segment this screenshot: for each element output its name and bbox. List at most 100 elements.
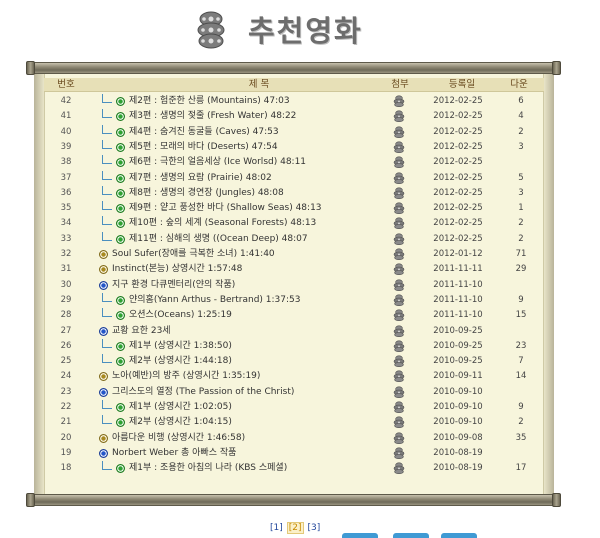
attachment-icon[interactable] [392,401,406,413]
bottom-button-1[interactable] [342,533,378,538]
table-row[interactable]: 40 제4편 : 숨겨진 동굴들 (Caves) 47:53 2012-02-25 2 [44,124,544,140]
attachment-icon[interactable] [392,263,406,276]
attachment-icon[interactable] [392,156,406,169]
attachment-icon[interactable] [392,126,406,138]
table-row[interactable]: 18 제1부 : 조용한 아침의 나라 (KBS 스페셜) 2010-08-19 17 [44,461,544,476]
post-title-link[interactable]: 얀의홈(Yann Arthus - Bertrand) 1:37:53 [129,293,301,308]
column-header-no: 번호 [57,79,75,90]
attachment-icon[interactable] [392,386,406,398]
table-row[interactable]: 27 교황 요한 23세 2010-09-25 [44,324,544,339]
post-title-link[interactable]: 제4편 : 숨겨진 동굴들 (Caves) 47:53 [129,125,279,140]
attachment-icon[interactable] [392,233,406,245]
table-row[interactable]: 23 그리스도의 열정 (The Passion of the Christ) 20… [44,385,544,400]
attachment-icon[interactable] [392,95,406,107]
attachment-icon[interactable] [392,171,406,184]
attachment-icon[interactable] [392,187,406,199]
attachment-icon[interactable] [392,447,406,459]
attachment-icon[interactable] [392,416,406,429]
post-title-link[interactable]: Soul Sufer(장애를 극복한 소녀) 1:41:40 [112,247,275,262]
table-row[interactable]: 37 제7편 : 생명의 요람 (Prairie) 48:02 2012-02-25… [44,170,544,186]
reply-elbow-icon [102,109,112,119]
table-row[interactable]: 28 오션스(Oceans) 1:25:19 2011-11-10 15 [44,308,544,323]
reply-elbow-icon [102,415,112,425]
attachment-icon[interactable] [392,279,406,291]
download-count: 4 [518,111,524,122]
table-row[interactable]: 35 제9편 : 얕고 풍성한 바다 (Shallow Seas) 48:13 20… [44,201,544,216]
green-bullet-icon [116,127,125,137]
table-row[interactable]: 39 제5편 : 모래의 바다 (Deserts) 47:54 2012-02-25… [44,139,544,155]
attachment-icon[interactable] [392,370,406,383]
post-date: 2012-02-25 [433,141,483,152]
attachment-icon[interactable] [392,141,406,153]
table-row[interactable]: 36 제8편 : 생명의 경연장 (Jungles) 48:08 2012-02-2… [44,185,544,201]
row-number: 39 [60,141,72,152]
post-title-link[interactable]: 지구 환경 다큐멘터리(얀의 작품) [112,278,235,293]
post-title-link[interactable]: 제2부 (상영시간 1:04:15) [129,415,232,430]
row-number: 31 [60,264,72,275]
table-row[interactable]: 33 제11편 : 심해의 생명 ((Ocean Deep) 48:07 2012-… [44,231,544,247]
table-row[interactable]: 20 아름다운 비행 (상영시간 1:46:58) 2010-09-08 35 [44,431,544,446]
post-date: 2010-09-10 [433,417,483,428]
post-title-link[interactable]: 제5편 : 모래의 바다 (Deserts) 47:54 [129,140,278,155]
post-title-link[interactable]: 제1부 (상영시간 1:02:05) [129,400,232,415]
table-row[interactable]: 21 제2부 (상영시간 1:04:15) 2010-09-10 2 [44,415,544,430]
table-row[interactable]: 38 제6편 : 극한의 얼음세상 (Ice Worlsd) 48:11 2012-… [44,155,544,170]
post-title-link[interactable]: 제7편 : 생명의 요람 (Prairie) 48:02 [129,171,272,186]
post-title-link[interactable]: Norbert Weber 총 아빠스 작품 [112,446,236,461]
bottom-button-2[interactable] [393,533,429,538]
attachment-icon[interactable] [392,248,406,260]
attachment-icon[interactable] [392,324,406,337]
post-title-link[interactable]: 그리스도의 열정 (The Passion of the Christ) [112,385,294,400]
post-title-link[interactable]: 제11편 : 심해의 생명 ((Ocean Deep) 48:07 [129,232,308,247]
row-number: 36 [60,187,72,198]
table-row[interactable]: 31 Instinct(본능) 상영시간 1:57:48 2011-11-11 29 [44,262,544,277]
post-title-link[interactable]: 제8편 : 생명의 경연장 (Jungles) 48:08 [129,186,284,201]
post-title-link[interactable]: 제1부 (상영시간 1:38:50) [129,339,232,354]
green-bullet-icon [116,112,125,122]
green-bullet-icon [116,311,125,321]
post-title-link[interactable]: 제9편 : 얕고 풍성한 바다 (Shallow Seas) 48:13 [129,201,322,216]
attachment-icon[interactable] [392,217,406,230]
reply-elbow-icon [102,94,112,103]
post-title-link[interactable]: 제2편 : 험준한 산릉 (Mountains) 47:03 [129,94,290,109]
attachment-icon[interactable] [392,202,406,215]
attachment-icon[interactable] [392,309,406,322]
post-title-link[interactable]: 제3편 : 생명의 젖줄 (Fresh Water) 48:22 [129,109,296,124]
table-row[interactable]: 34 제10편 : 숲의 세계 (Seasonal Forests) 48:13 2… [44,216,544,231]
post-title-link[interactable]: 제1부 : 조용한 아침의 나라 (KBS 스페셜) [129,461,287,476]
post-title-link[interactable]: 오션스(Oceans) 1:25:19 [129,308,232,323]
table-row[interactable]: 22 제1부 (상영시간 1:02:05) 2010-09-10 9 [44,400,544,415]
post-title-link[interactable]: 제2부 (상영시간 1:44:18) [129,354,232,369]
page-title: 추천영화 [248,14,363,48]
page-link[interactable]: [3] [308,523,321,533]
post-title-link[interactable]: 교황 요한 23세 [112,324,171,339]
table-row[interactable]: 24 노아(예반)의 방주 (상영시간 1:35:19) 2010-09-11 14 [44,369,544,384]
attachment-icon[interactable] [392,355,406,368]
table-row[interactable]: 25 제2부 (상영시간 1:44:18) 2010-09-25 7 [44,354,544,369]
post-title-link[interactable]: 아름다운 비행 (상영시간 1:46:58) [112,431,245,446]
post-title-link[interactable]: Instinct(본능) 상영시간 1:57:48 [112,262,242,277]
table-row[interactable]: 29 얀의홈(Yann Arthus - Bertrand) 1:37:53 201… [44,292,544,308]
attachment-icon[interactable] [392,110,406,123]
post-title-link[interactable]: 제6편 : 극한의 얼음세상 (Ice Worlsd) 48:11 [129,155,306,170]
post-title-link[interactable]: 노아(예반)의 방주 (상영시간 1:35:19) [112,369,260,384]
green-bullet-icon [116,418,125,428]
page-link[interactable]: [2] [286,522,304,534]
table-row[interactable]: 26 제1부 (상영시간 1:38:50) 2010-09-25 23 [44,338,544,354]
gold-bullet-icon [99,265,108,275]
bottom-button-3[interactable] [441,533,477,538]
attachment-icon[interactable] [392,432,406,444]
post-date: 2010-09-10 [433,402,483,412]
attachment-icon[interactable] [392,462,406,475]
table-row[interactable]: 32 Soul Sufer(장애를 극복한 소녀) 1:41:40 2012-01-… [44,247,544,262]
table-row[interactable]: 30 지구 환경 다큐멘터리(얀의 작품) 2011-11-10 [44,278,544,293]
table-row[interactable]: 19 Norbert Weber 총 아빠스 작품 2010-08-19 [44,446,544,461]
green-bullet-icon [116,158,125,168]
post-title-link[interactable]: 제10편 : 숲의 세계 (Seasonal Forests) 48:13 [129,216,316,231]
post-date: 2012-02-25 [433,172,483,183]
table-row[interactable]: 42 제2편 : 험준한 산릉 (Mountains) 47:03 2012-02-… [44,94,544,109]
attachment-icon[interactable] [392,340,406,352]
attachment-icon[interactable] [392,294,406,306]
table-row[interactable]: 41 제3편 : 생명의 젖줄 (Fresh Water) 48:22 2012-0… [44,109,544,124]
page-link[interactable]: [1] [270,523,283,533]
